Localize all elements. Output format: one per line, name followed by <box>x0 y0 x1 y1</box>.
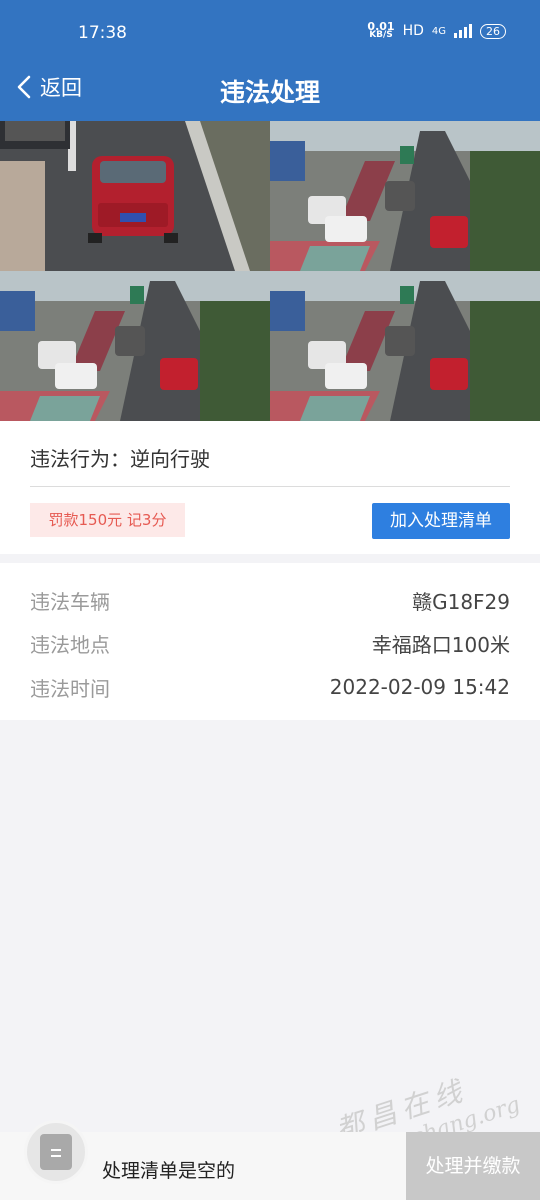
divider <box>30 486 510 487</box>
violation-photo-wide-2[interactable] <box>0 271 270 421</box>
list-empty-text: 处理清单是空的 <box>102 1160 236 1182</box>
page-title: 违法处理 <box>219 78 320 107</box>
detail-value: 幸福路口100米 <box>371 632 510 657</box>
add-to-list-button[interactable]: 加入处理清单 <box>372 503 510 539</box>
network-speed-unit: KB/S <box>369 30 393 40</box>
process-and-pay-button[interactable]: 处理并缴款 <box>406 1132 540 1200</box>
detail-row-location: 违法地点 幸福路口100米 <box>30 628 510 658</box>
violation-summary-card: 违法行为：逆向行驶 罚款150元 记3分 加入处理清单 <box>0 421 540 554</box>
detail-row-vehicle: 违法车辆 赣G18F29 <box>30 585 510 615</box>
detail-label: 违法时间 <box>30 676 110 701</box>
bottom-action-bar: 处理清单是空的 处理并缴款 <box>0 1120 540 1200</box>
violation-photo-wide-3[interactable] <box>270 271 540 421</box>
fine-badge: 罚款150元 记3分 <box>30 503 185 537</box>
battery-icon: 26 <box>480 23 506 39</box>
signal-icon <box>454 24 472 38</box>
list-icon <box>40 1134 72 1170</box>
detail-value: 2022-02-09 15:42 <box>329 675 510 699</box>
app-header: 17:38 0.01 KB/S HD 4G 26 返回 违法处理 <box>0 0 540 121</box>
violation-photos <box>0 121 540 421</box>
hd-indicator: HD <box>402 23 424 39</box>
violation-photo-wide-1[interactable] <box>270 121 540 271</box>
status-time: 17:38 <box>78 23 127 43</box>
network-speed: 0.01 KB/S <box>367 21 394 40</box>
detail-value: 赣G18F29 <box>412 589 510 614</box>
detail-row-time: 违法时间 2022-02-09 15:42 <box>30 672 510 702</box>
violation-photo-closeup[interactable] <box>0 121 270 271</box>
detail-label: 违法车辆 <box>30 589 110 614</box>
status-indicators: 0.01 KB/S HD 4G 26 <box>367 21 506 40</box>
network-type: 4G <box>431 25 446 37</box>
detail-label: 违法地点 <box>30 632 110 657</box>
violation-behavior: 违法行为：逆向行驶 <box>30 447 210 471</box>
process-list-button[interactable] <box>24 1120 88 1184</box>
violation-details-card: 违法车辆 赣G18F29 违法地点 幸福路口100米 违法时间 2022-02-… <box>0 563 540 720</box>
